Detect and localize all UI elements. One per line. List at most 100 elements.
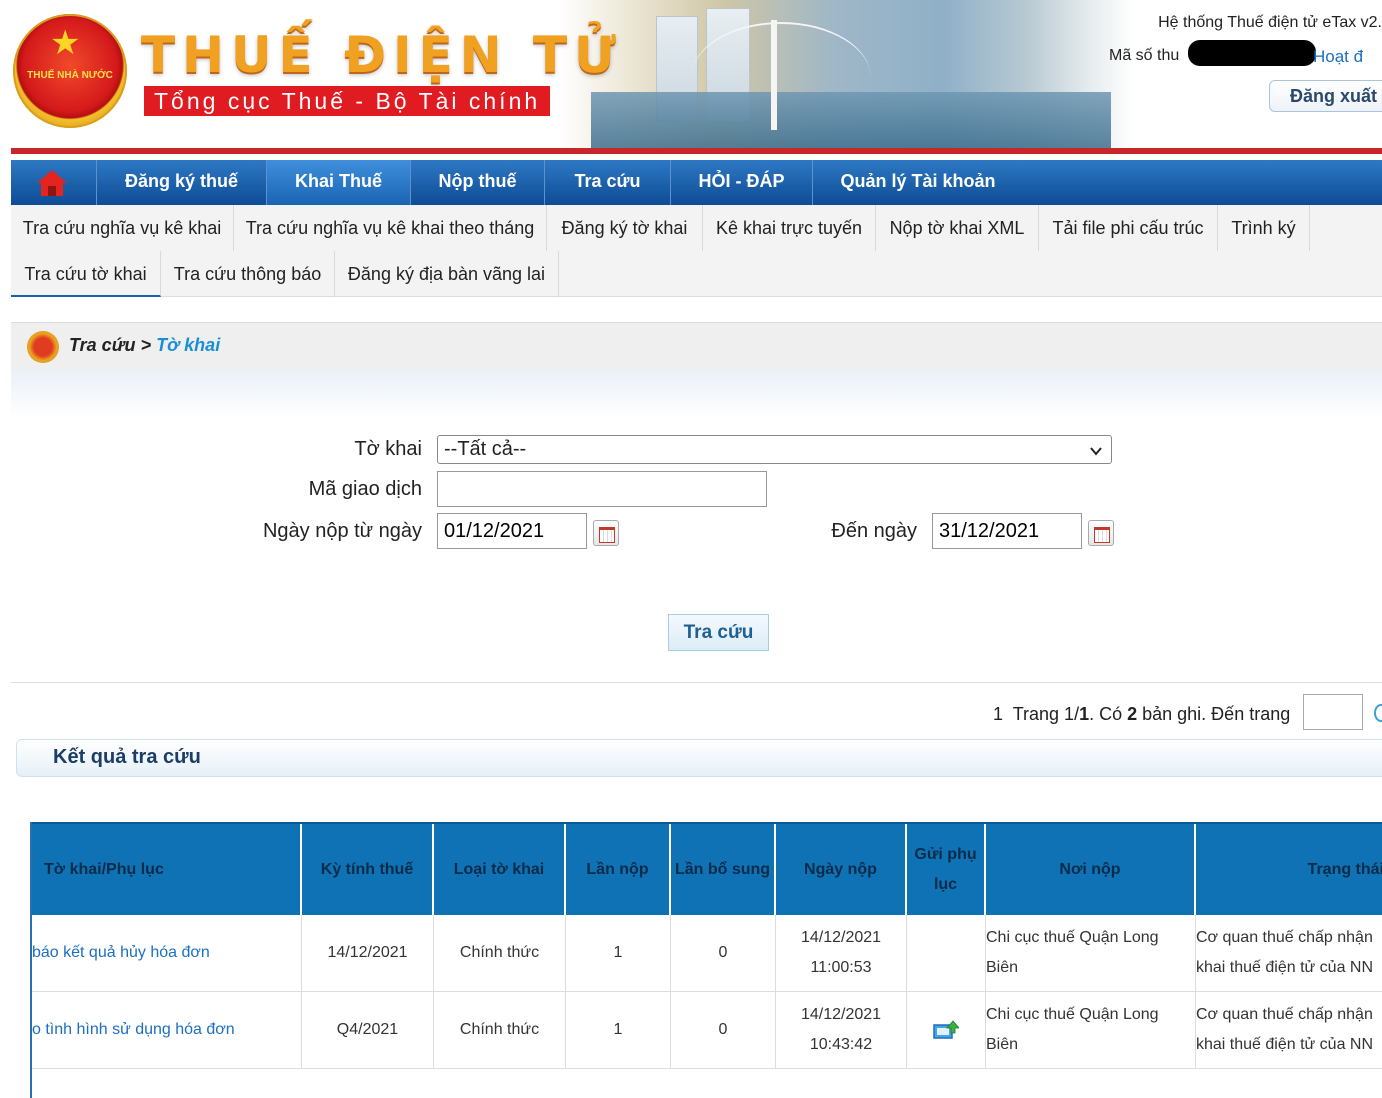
page-link[interactable]: 1 xyxy=(993,704,1003,724)
search-button[interactable]: Tra cứu xyxy=(668,614,769,651)
col-gui-phu-luc: Gửi phụ lục xyxy=(907,824,986,916)
subnav-tai-file[interactable]: Tải file phi cấu trúc xyxy=(1039,205,1218,251)
star-icon: ★ xyxy=(50,24,81,62)
logout-button[interactable]: Đăng xuất xyxy=(1269,80,1382,112)
trang-thai-cell: Cơ quan thuế chấp nhận khai thuế điện tử… xyxy=(1196,915,1382,991)
redacted-taxcode xyxy=(1188,40,1316,66)
from-date-label: Ngày nộp từ ngày xyxy=(262,520,422,542)
row-to-khai-cell: o tình hình sử dụng hóa đơn xyxy=(32,992,302,1068)
subnav-dang-ky-dia-ban[interactable]: Đăng ký địa bàn vãng lai xyxy=(335,251,559,297)
ngay-nop-date: 14/12/2021 xyxy=(800,929,882,946)
nav-tra-cuu[interactable]: Tra cứu xyxy=(545,160,671,205)
breadcrumb-text: Tra cứu > Tờ khai xyxy=(69,335,220,356)
trang-thai-line1: Cơ quan thuế chấp nhận xyxy=(1196,929,1373,946)
national-emblem-logo: ★ THUẾ NHÀ NƯỚC xyxy=(13,14,127,128)
nav-hoi-dap[interactable]: HỎI - ĐÁP xyxy=(671,160,813,205)
gui-phu-luc-cell xyxy=(907,992,986,1068)
noi-nop-line1: Chi cục thuế Quận Long xyxy=(986,929,1159,946)
system-name: Hệ thống Thuế điện tử eTax v2. xyxy=(1158,14,1382,31)
subnav-tra-cuu-nghia-vu-thang[interactable]: Tra cứu nghĩa vụ kê khai theo tháng xyxy=(234,205,547,251)
sub-nav: Tra cứu nghĩa vụ kê khai Tra cứu nghĩa v… xyxy=(11,205,1382,297)
results-table: Tờ khai/Phụ lục Kỳ tính thuế Loại tờ kha… xyxy=(30,822,1382,1098)
ngay-nop-date: 14/12/2021 xyxy=(800,1006,882,1023)
noi-nop-cell: Chi cục thuế Quận Long Biên xyxy=(986,992,1196,1068)
lan-nop-cell: 1 xyxy=(566,992,671,1068)
pager-text-b: . Có xyxy=(1089,704,1128,724)
subnav-tra-cuu-to-khai[interactable]: Tra cứu tờ khai xyxy=(11,251,161,297)
to-khai-select[interactable]: --Tất cả-- xyxy=(437,435,1112,464)
loai-to-khai-cell: Chính thức xyxy=(434,992,566,1068)
col-to-khai: Tờ khai/Phụ lục xyxy=(32,824,302,916)
trang-thai-line2: khai thuế điện tử của NN xyxy=(1196,959,1374,976)
ngay-nop-time: 11:00:53 xyxy=(810,959,872,976)
ma-giao-dich-input[interactable] xyxy=(437,471,767,507)
noi-nop-line2: Biên xyxy=(986,1036,1019,1053)
breadcrumb-current: Tờ khai xyxy=(156,335,221,355)
brand-subtitle: Tổng cục Thuế - Bộ Tài chính xyxy=(144,86,551,116)
col-ngay-nop: Ngày nộp xyxy=(776,824,907,916)
col-ky-tinh-thue: Kỳ tính thuế xyxy=(302,824,434,916)
chevron-down-icon xyxy=(1089,440,1103,467)
nav-home[interactable] xyxy=(11,160,97,205)
trang-thai-line1: Cơ quan thuế chấp nhận xyxy=(1196,1006,1373,1023)
nav-quan-ly-tai-khoan[interactable]: Quản lý Tài khoản xyxy=(813,160,1023,205)
to-khai-link[interactable]: báo kết quả hủy hóa đơn xyxy=(32,938,210,968)
table-header: Tờ khai/Phụ lục Kỳ tính thuế Loại tờ kha… xyxy=(32,822,1382,916)
table-row: báo kết quả hủy hóa đơn 14/12/2021 Chính… xyxy=(32,915,1382,992)
to-khai-label: Tờ khai xyxy=(354,438,422,460)
ngay-nop-cell: 14/12/2021 10:43:42 xyxy=(776,992,907,1068)
ky-tinh-thue-cell: Q4/2021 xyxy=(302,992,434,1068)
col-lan-nop: Lần nộp xyxy=(566,824,671,916)
subnav-ke-khai-truc-tuyen[interactable]: Kê khai trực tuyến xyxy=(703,205,876,251)
to-date-input[interactable] xyxy=(932,513,1082,549)
results-title: Kết quả tra cứu xyxy=(53,746,201,768)
loai-to-khai-cell: Chính thức xyxy=(434,915,566,991)
nav-khai-thue[interactable]: Khai Thuế xyxy=(267,160,411,205)
to-date-label: Đến ngày xyxy=(831,520,917,542)
noi-nop-line2: Biên xyxy=(986,959,1019,976)
status-link[interactable]: Hoạt đ xyxy=(1313,47,1363,67)
noi-nop-line1: Chi cục thuế Quận Long xyxy=(986,1006,1159,1023)
col-trang-thai: Trạng thái xyxy=(1307,861,1382,878)
subnav-tra-cuu-thong-bao[interactable]: Tra cứu thông báo xyxy=(161,251,335,297)
nav-nop-thue[interactable]: Nộp thuế xyxy=(411,160,545,205)
brand-title: THUẾ ĐIỆN TỬ xyxy=(141,26,623,84)
row-to-khai-cell: báo kết quả hủy hóa đơn xyxy=(32,915,302,991)
ky-tinh-thue-cell: 14/12/2021 xyxy=(302,915,434,991)
trang-thai-line2: khai thuế điện tử của NN xyxy=(1196,1036,1374,1053)
pager-records: 2 xyxy=(1127,704,1138,724)
subnav-nop-to-khai-xml[interactable]: Nộp tờ khai XML xyxy=(876,205,1039,251)
breadcrumb: Tra cứu > Tờ khai xyxy=(11,322,1382,371)
ma-giao-dich-label: Mã giao dịch xyxy=(308,478,422,500)
header-divider xyxy=(11,148,1382,154)
subnav-trinh-ky[interactable]: Trình ký xyxy=(1218,205,1310,251)
from-date-input[interactable] xyxy=(437,513,587,549)
calendar-icon[interactable] xyxy=(1088,520,1114,546)
pager-text-c: bản ghi. Đến trang xyxy=(1137,704,1291,724)
breadcrumb-parent[interactable]: Tra cứu xyxy=(69,335,136,355)
emblem-text: THUẾ NHÀ NƯỚC xyxy=(27,70,113,81)
lan-nop-cell: 1 xyxy=(566,915,671,991)
ngay-nop-time: 10:43:42 xyxy=(809,1036,873,1053)
lan-bo-sung-cell: 0 xyxy=(671,992,776,1068)
col-lan-bo-sung: Lần bổ sung xyxy=(671,824,776,916)
calendar-icon[interactable] xyxy=(593,520,619,546)
upload-appendix-icon[interactable] xyxy=(933,1020,959,1040)
bridge-tower xyxy=(771,20,777,130)
to-khai-link[interactable]: o tình hình sử dụng hóa đơn xyxy=(32,1015,235,1045)
ngay-nop-cell: 14/12/2021 11:00:53 xyxy=(776,915,907,991)
go-to-page-input[interactable] xyxy=(1303,694,1363,730)
lan-bo-sung-cell: 0 xyxy=(671,915,776,991)
noi-nop-cell: Chi cục thuế Quận Long Biên xyxy=(986,915,1196,991)
col-noi-nop: Nơi nộp xyxy=(986,824,1196,916)
subnav-tra-cuu-nghia-vu[interactable]: Tra cứu nghĩa vụ kê khai xyxy=(11,205,234,251)
breadcrumb-separator: > xyxy=(140,335,152,355)
taxcode-label: Mã số thu xyxy=(1109,47,1180,64)
table-row: o tình hình sử dụng hóa đơn Q4/2021 Chín… xyxy=(32,992,1382,1069)
gui-phu-luc-cell xyxy=(907,915,986,991)
refresh-icon[interactable] xyxy=(1374,704,1382,722)
results-header: Kết quả tra cứu xyxy=(16,739,1382,777)
subnav-dang-ky-to-khai[interactable]: Đăng ký tờ khai xyxy=(547,205,703,251)
nav-dang-ky-thue[interactable]: Đăng ký thuế xyxy=(97,160,267,205)
col-loai-to-khai: Loại tờ khai xyxy=(434,824,566,916)
